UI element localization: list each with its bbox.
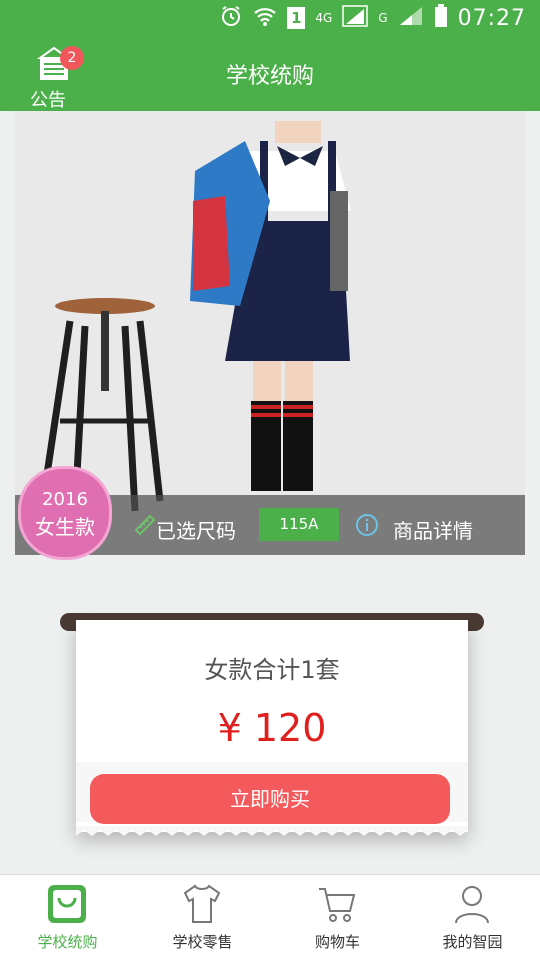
clock: 07:27	[457, 5, 526, 31]
buy-now-button[interactable]: 立即购买	[90, 774, 450, 824]
bottom-tab-bar: 学校统购 学校零售 购物车 我的智园	[0, 874, 540, 961]
alarm-icon	[219, 4, 243, 32]
tab-school-purchase[interactable]: 学校统购	[0, 875, 135, 961]
network2-label: G	[378, 11, 388, 25]
battery-icon	[434, 4, 448, 32]
size-selector[interactable]: 115A	[259, 508, 339, 541]
signal2-icon	[398, 5, 424, 31]
shirt-icon	[183, 884, 221, 923]
selected-size-label: 已选尺码	[156, 519, 236, 543]
year-label: 2016	[42, 489, 88, 510]
bag-icon	[48, 885, 86, 923]
summary-text: 女款合计1套	[204, 656, 340, 684]
ruler-icon	[134, 514, 156, 536]
tab-my-account[interactable]: 我的智园	[405, 875, 540, 961]
total-price: ¥ 120	[217, 706, 327, 750]
status-bar: 1 4G G 07:27	[0, 0, 540, 36]
header-bar: 2 公告 学校统购	[0, 36, 540, 111]
network-label: 4G	[315, 11, 333, 25]
tab-label: 购物车	[314, 933, 360, 951]
card-edge-decoration	[76, 826, 468, 836]
product-year-badge: 2016 女生款	[18, 466, 112, 560]
tab-label: 学校统购	[37, 933, 98, 951]
tab-label: 我的智园	[442, 933, 503, 951]
tab-label: 学校零售	[172, 933, 233, 951]
product-detail-link[interactable]: 商品详情	[393, 515, 473, 544]
tab-school-retail[interactable]: 学校零售	[135, 875, 270, 961]
sim-icon: 1	[287, 7, 306, 29]
wifi-icon	[253, 5, 277, 31]
tab-cart[interactable]: 购物车	[270, 875, 405, 961]
person-icon	[455, 886, 489, 924]
signal-icon	[342, 5, 369, 31]
cart-icon	[319, 888, 356, 922]
page-title: 学校统购	[225, 64, 314, 89]
category-label: 女生款	[35, 515, 95, 539]
status-icons: 1 4G G 07:27	[219, 4, 526, 32]
info-icon[interactable]	[355, 513, 379, 537]
